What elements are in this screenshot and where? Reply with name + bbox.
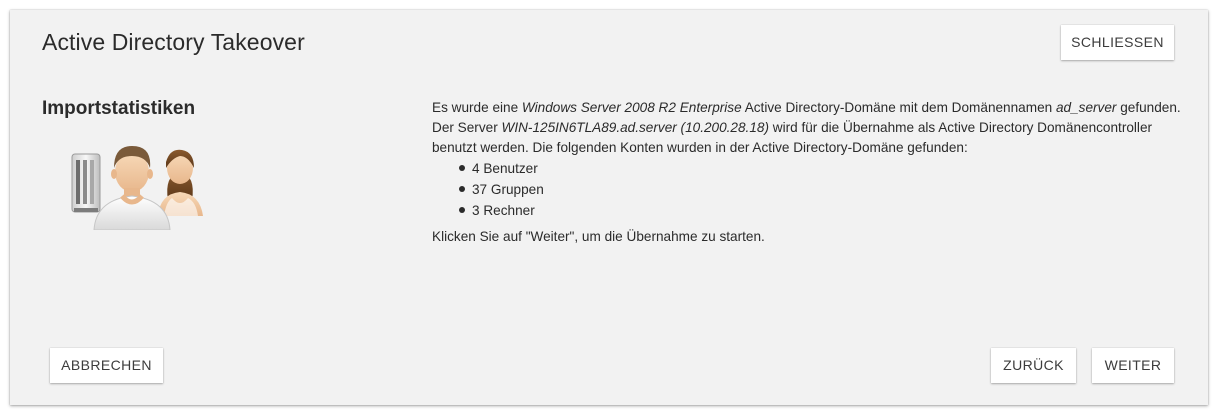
instruction-text: Klicken Sie auf "Weiter", um die Übernah… — [432, 229, 765, 244]
domain-name: ad_server — [1055, 100, 1117, 115]
stat-users: 4 Benutzer — [459, 158, 1192, 179]
takeover-dialog: Active Directory Takeover SCHLIESSEN Imp… — [10, 10, 1208, 405]
dialog-title: Active Directory Takeover — [42, 29, 305, 55]
stat-groups: 37 Gruppen — [459, 179, 1192, 200]
next-button[interactable]: WEITER — [1092, 348, 1174, 383]
os-name: Windows Server 2008 R2 Enterprise — [521, 100, 742, 115]
stat-computers: 3 Rechner — [459, 200, 1192, 221]
takeover-description: Es wurde eine Windows Server 2008 R2 Ent… — [432, 98, 1192, 158]
takeover-summary: Es wurde eine Windows Server 2008 R2 Ent… — [432, 98, 1192, 247]
server-name: WIN-125IN6TLA89.ad.server (10.200.28.18) — [501, 120, 769, 135]
cancel-button[interactable]: ABBRECHEN — [50, 348, 163, 383]
section-title: Importstatistiken — [42, 98, 196, 119]
close-button[interactable]: SCHLIESSEN — [1061, 25, 1174, 60]
account-stats-list: 4 Benutzer 37 Gruppen 3 Rechner — [432, 158, 1192, 221]
description-text: Active Directory-Domäne mit dem Domänenn… — [741, 100, 1056, 115]
back-button[interactable]: ZURÜCK — [991, 348, 1076, 383]
server-and-users-icon — [60, 138, 210, 231]
description-text: Es wurde eine — [432, 100, 522, 115]
